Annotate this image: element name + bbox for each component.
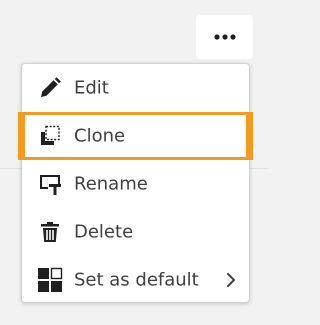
menu-item-label: Edit	[74, 77, 109, 99]
menu-item-delete[interactable]: Delete	[22, 208, 249, 256]
menu-item-edit[interactable]: Edit	[22, 64, 249, 112]
menu-item-rename[interactable]: Rename	[22, 160, 249, 208]
trash-icon	[36, 218, 64, 246]
set-default-icon	[36, 266, 64, 294]
menu-item-set-as-default[interactable]: Set as default	[22, 256, 249, 304]
more-options-button[interactable]	[196, 15, 253, 59]
clone-icon	[36, 122, 64, 150]
context-menu: Edit Clone Rename Delete Set as default	[18, 63, 253, 304]
menu-item-label: Clone	[74, 125, 126, 147]
chevron-right-icon	[225, 272, 237, 288]
more-horizontal-icon	[213, 34, 236, 40]
pencil-icon	[36, 74, 64, 102]
menu-item-label: Delete	[74, 221, 134, 243]
menu-item-clone[interactable]: Clone	[18, 112, 253, 160]
rename-icon	[36, 170, 64, 198]
menu-item-label: Rename	[74, 173, 148, 195]
menu-item-label: Set as default	[74, 269, 199, 291]
